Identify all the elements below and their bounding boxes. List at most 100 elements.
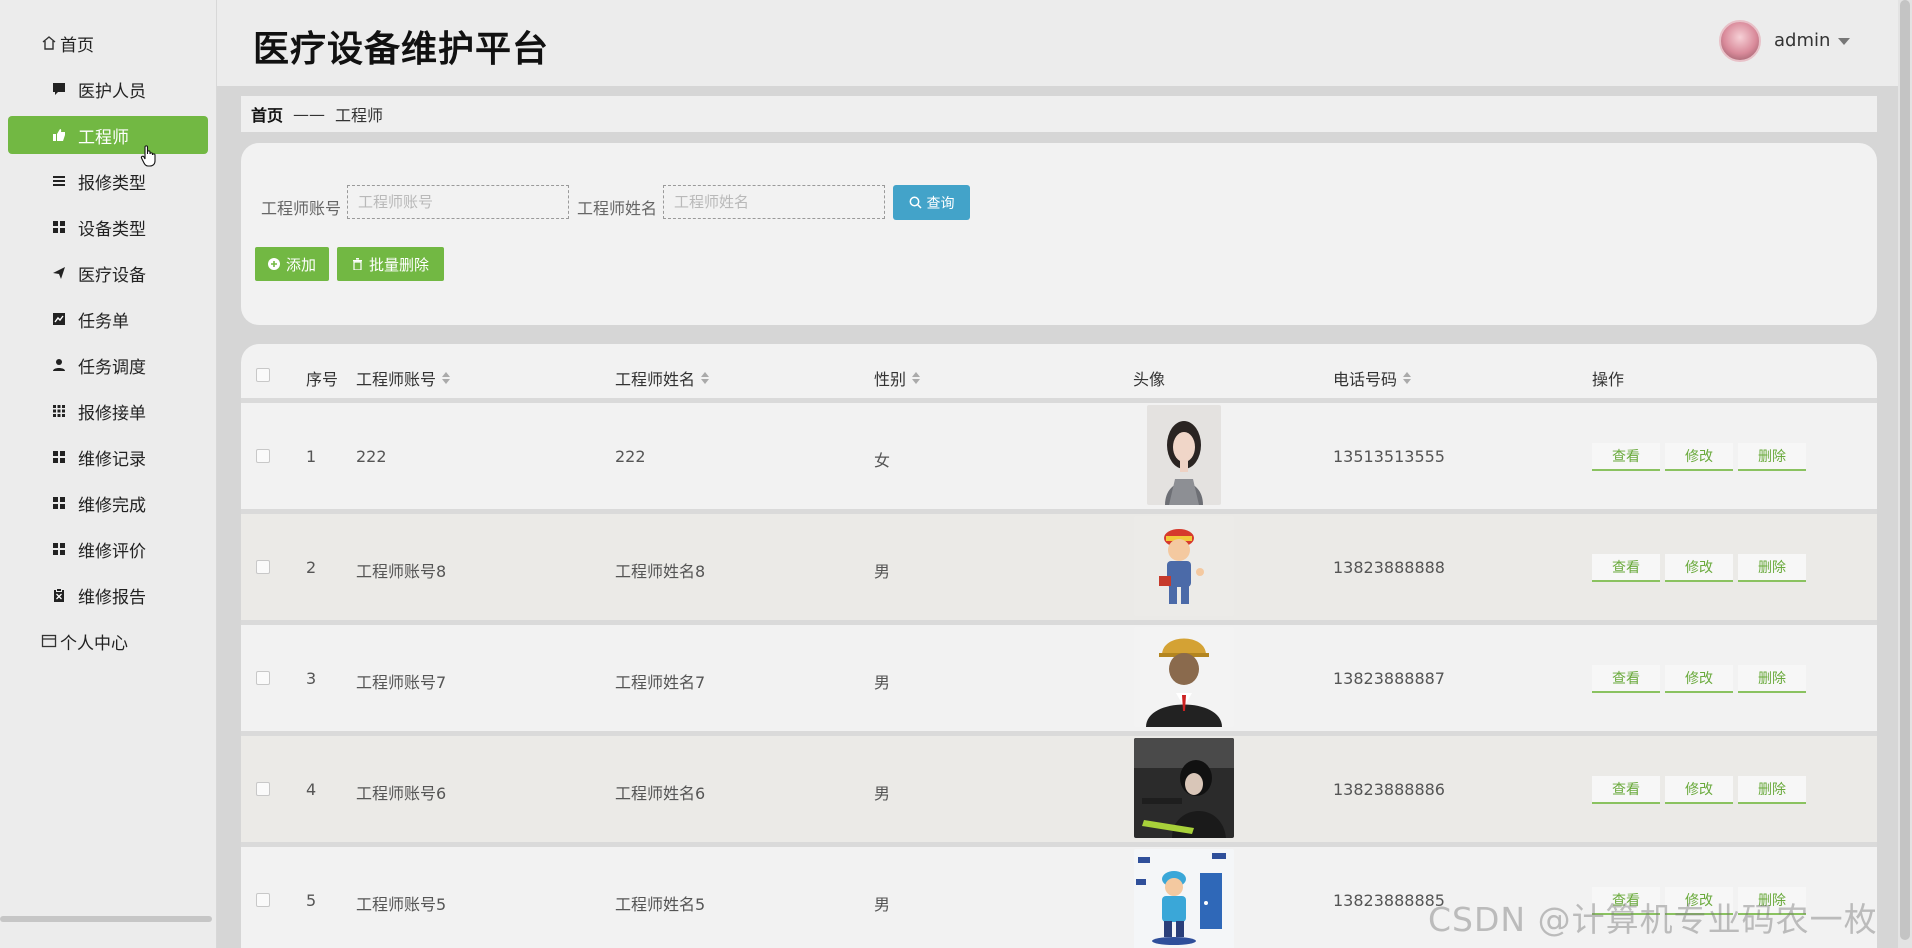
edit-button[interactable]: 修改 — [1665, 665, 1733, 693]
view-button[interactable]: 查看 — [1592, 443, 1660, 471]
row-checkbox[interactable] — [256, 560, 270, 574]
sidebar-item-device-type[interactable]: 设备类型 — [8, 208, 208, 246]
avatar-photo — [1134, 516, 1234, 616]
plus-circle-icon — [267, 258, 280, 270]
header-phone[interactable]: 电话号码 — [1333, 366, 1412, 390]
sidebar-item-home[interactable]: 首页 — [8, 24, 208, 62]
cell-account: 222 — [356, 447, 387, 466]
cell-account: 工程师账号6 — [356, 784, 447, 803]
sidebar-scrollbar[interactable] — [0, 916, 212, 922]
sidebar-item-repair-type[interactable]: 报修类型 — [8, 162, 208, 200]
sidebar-item-repair-accept[interactable]: 报修接单 — [8, 392, 208, 430]
delete-button[interactable]: 删除 — [1738, 776, 1806, 804]
sidebar-item-label: 工程师 — [78, 127, 129, 148]
page-scrollbar[interactable] — [1898, 0, 1912, 948]
table-row: 2 工程师账号8 工程师姓名8 男 13823888888 查看 修改 删除 — [241, 514, 1877, 620]
view-button[interactable]: 查看 — [1592, 776, 1660, 804]
card-icon — [40, 632, 58, 650]
user-icon — [50, 356, 68, 374]
sidebar-item-label: 报修接单 — [78, 403, 146, 424]
grid-icon — [50, 540, 68, 558]
cell-gender: 男 — [874, 784, 891, 803]
row-checkbox[interactable] — [256, 782, 270, 796]
query-button[interactable]: 查询 — [893, 185, 970, 220]
row-checkbox[interactable] — [256, 449, 270, 463]
sidebar-item-label: 首页 — [60, 35, 94, 56]
grid-icon — [50, 218, 68, 236]
row-checkbox[interactable] — [256, 671, 270, 685]
avatar-photo — [1147, 405, 1221, 505]
edit-button[interactable]: 修改 — [1665, 443, 1733, 471]
delete-button[interactable]: 删除 — [1738, 443, 1806, 471]
engineer-table: 序号 工程师账号 工程师姓名 性别 头像 电话号码 操作 1 222 222 女… — [241, 344, 1877, 948]
cell-gender: 女 — [874, 451, 891, 470]
home-icon — [40, 34, 58, 52]
sidebar-item-label: 维修记录 — [78, 449, 146, 470]
cell-gender: 男 — [874, 673, 891, 692]
header-name[interactable]: 工程师姓名 — [615, 366, 710, 390]
account-search-input[interactable] — [347, 185, 569, 219]
sidebar-item-task-order[interactable]: 任务单 — [8, 300, 208, 338]
avatar[interactable] — [1719, 20, 1761, 62]
cell-index: 2 — [306, 558, 317, 577]
table-row: 1 222 222 女 13513513555 查看 修改 删除 — [241, 403, 1877, 509]
header: 医疗设备维护平台 admin — [217, 0, 1912, 86]
chevron-down-icon[interactable] — [1838, 38, 1850, 45]
sidebar-item-label: 维修评价 — [78, 541, 146, 562]
sort-icon[interactable] — [1403, 372, 1412, 384]
sort-icon[interactable] — [701, 372, 710, 384]
header-account[interactable]: 工程师账号 — [356, 366, 451, 390]
header-gender[interactable]: 性别 — [874, 366, 921, 390]
sidebar-item-repair-record[interactable]: 维修记录 — [8, 438, 208, 476]
cell-name: 工程师姓名6 — [615, 784, 706, 803]
page-scrollbar-thumb[interactable] — [1900, 0, 1910, 940]
delete-button[interactable]: 删除 — [1738, 665, 1806, 693]
paper-plane-icon — [50, 264, 68, 282]
sidebar-item-repair-complete[interactable]: 维修完成 — [8, 484, 208, 522]
view-button[interactable]: 查看 — [1592, 665, 1660, 693]
sidebar-item-dispatch[interactable]: 任务调度 — [8, 346, 208, 384]
sidebar-item-label: 个人中心 — [60, 633, 128, 654]
cell-gender: 男 — [874, 895, 891, 914]
sidebar-item-engineer[interactable]: 工程师 — [8, 116, 208, 154]
name-search-input[interactable] — [663, 185, 885, 219]
chat-icon — [50, 80, 68, 98]
header-index: 序号 — [306, 370, 339, 389]
sidebar-item-repair-report[interactable]: 维修报告 — [8, 576, 208, 614]
cell-account: 工程师账号5 — [356, 895, 447, 914]
delete-button[interactable]: 删除 — [1738, 554, 1806, 582]
batch-delete-button[interactable]: 批量删除 — [337, 247, 444, 281]
list-icon — [50, 172, 68, 190]
breadcrumb-separator: —— — [293, 104, 326, 124]
sidebar-item-medical-device[interactable]: 医疗设备 — [8, 254, 208, 292]
query-button-label: 查询 — [926, 195, 955, 212]
header-actions: 操作 — [1592, 370, 1625, 389]
sidebar-item-label: 任务调度 — [78, 357, 146, 378]
trash-icon — [352, 258, 363, 270]
cell-account: 工程师账号7 — [356, 673, 447, 692]
sort-icon[interactable] — [442, 372, 451, 384]
name-label: 工程师姓名 — [577, 199, 658, 218]
view-button[interactable]: 查看 — [1592, 554, 1660, 582]
edit-button[interactable]: 修改 — [1665, 776, 1733, 804]
sidebar-item-repair-review[interactable]: 维修评价 — [8, 530, 208, 568]
breadcrumb-home[interactable]: 首页 — [251, 102, 283, 126]
header-avatar: 头像 — [1133, 370, 1166, 389]
cell-name: 工程师姓名5 — [615, 895, 706, 914]
sidebar: 首页 医护人员 工程师 报修类型 设备类型 医疗设备 任务单 任务调度 报修接单… — [0, 0, 217, 948]
sort-icon[interactable] — [912, 372, 921, 384]
cell-phone: 13823888888 — [1333, 558, 1445, 577]
user-name[interactable]: admin — [1774, 30, 1830, 51]
batch-delete-label: 批量删除 — [368, 255, 429, 274]
select-all-checkbox[interactable] — [256, 368, 270, 382]
sidebar-item-profile[interactable]: 个人中心 — [8, 622, 208, 660]
row-checkbox[interactable] — [256, 893, 270, 907]
breadcrumb-current: 工程师 — [335, 106, 384, 125]
cell-name: 工程师姓名8 — [615, 562, 706, 581]
cell-index: 5 — [306, 891, 317, 910]
cell-account: 工程师账号8 — [356, 562, 447, 581]
edit-button[interactable]: 修改 — [1665, 554, 1733, 582]
cell-index: 4 — [306, 780, 317, 799]
sidebar-item-medical-staff[interactable]: 医护人员 — [8, 70, 208, 108]
add-button[interactable]: 添加 — [255, 247, 329, 281]
